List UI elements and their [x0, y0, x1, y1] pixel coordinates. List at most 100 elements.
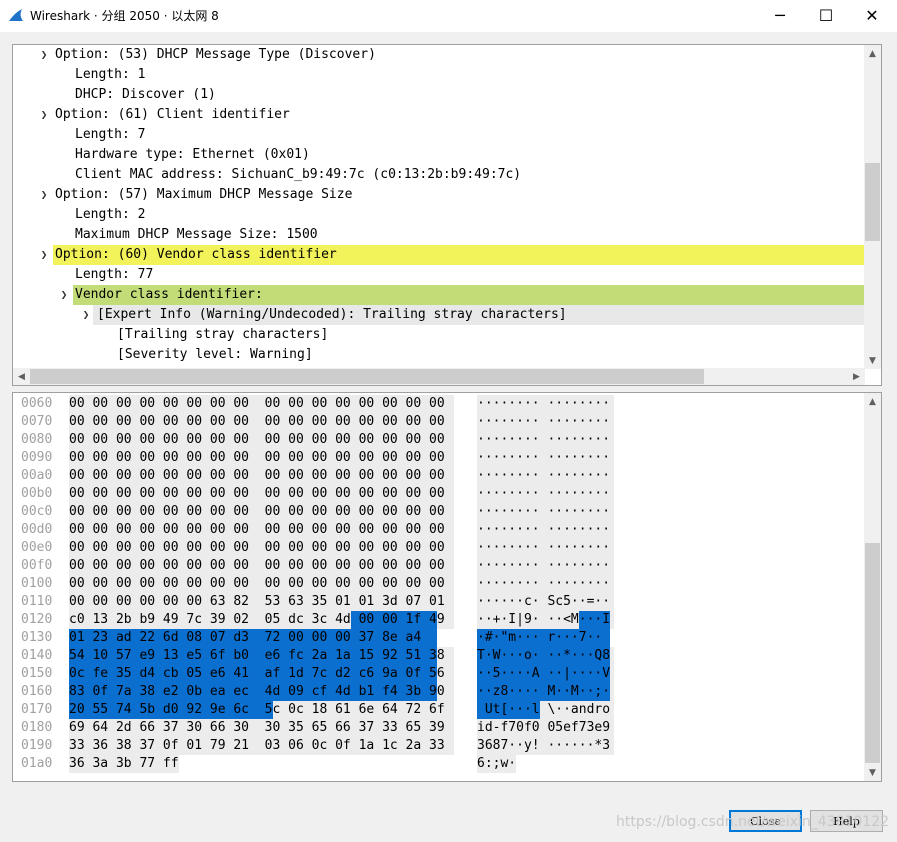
- hex-offset: 0110: [21, 594, 53, 609]
- tree-item[interactable]: Maximum DHCP Message Size: 1500: [75, 225, 318, 245]
- hex-offset: 0170: [21, 702, 53, 717]
- tree-item[interactable]: Length: 2: [75, 205, 145, 225]
- hex-ascii[interactable]: 6:;w·: [477, 755, 516, 773]
- hex-offset: 0130: [21, 630, 53, 645]
- tree-item[interactable]: [Trailing stray characters]: [117, 325, 328, 345]
- hex-ascii[interactable]: ········ ········: [477, 557, 610, 575]
- hex-bytes[interactable]: 33 36 38 37 0f 01 79 21 03 06 0c 0f 1a 1…: [69, 737, 445, 755]
- hex-ascii[interactable]: ··+·I|9· ··<M···I: [477, 611, 610, 629]
- hex-bytes[interactable]: 00 00 00 00 00 00 00 00 00 00 00 00 00 0…: [69, 521, 445, 539]
- expand-arrow-icon[interactable]: ❯: [57, 285, 71, 305]
- tree-item[interactable]: ❯ Vendor class identifier:: [61, 285, 263, 305]
- expand-arrow-icon[interactable]: ❯: [79, 305, 93, 325]
- hex-ascii[interactable]: ········ ········: [477, 539, 610, 557]
- hex-ascii[interactable]: 3687··y! ······*3: [477, 737, 610, 755]
- packet-bytes-pane[interactable]: 0060 00 00 00 00 00 00 00 00 00 00 00 00 …: [12, 392, 882, 782]
- hex-bytes[interactable]: 83 0f 7a 38 e2 0b ea ec 4d 09 cf 4d b1 f…: [69, 683, 445, 701]
- hex-offset: 0160: [21, 684, 53, 699]
- hex-offset: 0090: [21, 450, 53, 465]
- scroll-left-arrow-icon[interactable]: ◀: [13, 368, 30, 385]
- hex-ascii[interactable]: ········ ········: [477, 485, 610, 503]
- hex-ascii[interactable]: id-f70f0 05ef73e9: [477, 719, 610, 737]
- hex-bytes[interactable]: 36 3a 3b 77 ff: [69, 755, 179, 773]
- hex-offset: 00e0: [21, 540, 53, 555]
- hex-offset: 0060: [21, 396, 53, 411]
- expand-arrow-icon[interactable]: ❯: [37, 45, 51, 65]
- tree-item[interactable]: Length: 1: [75, 65, 145, 85]
- hex-bytes[interactable]: 00 00 00 00 00 00 00 00 00 00 00 00 00 0…: [69, 539, 445, 557]
- window-title: Wireshark · 分组 2050 · 以太网 8: [30, 9, 219, 23]
- tree-item[interactable]: Length: 77: [75, 265, 153, 285]
- watermark-text: https://blog.csdn.net/weixin_43810122: [616, 814, 890, 830]
- hex-bytes[interactable]: c0 13 2b b9 49 7c 39 02 05 dc 3c 4d 00 0…: [69, 611, 445, 629]
- hex-bytes[interactable]: 00 00 00 00 00 00 63 82 53 63 35 01 01 3…: [69, 593, 445, 611]
- hex-ascii[interactable]: T·W···o· ··*···Q8: [477, 647, 610, 665]
- packet-details-tree[interactable]: ❯ Option: (53) DHCP Message Type (Discove…: [12, 44, 882, 386]
- hex-ascii[interactable]: ··z8···· M··M··;·: [477, 683, 610, 701]
- hex-offset: 0080: [21, 432, 53, 447]
- hex-offset: 00a0: [21, 468, 53, 483]
- hex-offset: 0180: [21, 720, 53, 735]
- hex-bytes[interactable]: 00 00 00 00 00 00 00 00 00 00 00 00 00 0…: [69, 395, 445, 413]
- hex-bytes[interactable]: 00 00 00 00 00 00 00 00 00 00 00 00 00 0…: [69, 467, 445, 485]
- tree-item[interactable]: [Severity level: Warning]: [117, 345, 313, 365]
- scroll-down-arrow-icon[interactable]: ▼: [864, 764, 881, 781]
- hex-bytes[interactable]: 00 00 00 00 00 00 00 00 00 00 00 00 00 0…: [69, 485, 445, 503]
- tree-item[interactable]: Client MAC address: SichuanC_b9:49:7c (c…: [75, 165, 521, 185]
- maximize-button[interactable]: ☐: [803, 0, 849, 30]
- title-bar: Wireshark · 分组 2050 · 以太网 8 ─ ☐ ✕: [0, 0, 897, 32]
- hex-ascii[interactable]: ········ ········: [477, 521, 610, 539]
- tree-item[interactable]: Hardware type: Ethernet (0x01): [75, 145, 310, 165]
- hex-bytes[interactable]: 00 00 00 00 00 00 00 00 00 00 00 00 00 0…: [69, 413, 445, 431]
- hex-ascii[interactable]: ········ ········: [477, 431, 610, 449]
- scroll-right-arrow-icon[interactable]: ▶: [848, 368, 865, 385]
- minimize-button[interactable]: ─: [757, 0, 803, 30]
- expand-arrow-icon[interactable]: ❯: [37, 185, 51, 205]
- tree-vertical-scrollbar[interactable]: ▲ ▼: [864, 45, 881, 369]
- hex-bytes[interactable]: 0c fe 35 d4 cb 05 e6 41 af 1d 7c d2 c6 9…: [69, 665, 445, 683]
- expand-arrow-icon[interactable]: ❯: [37, 105, 51, 125]
- hex-offset: 00f0: [21, 558, 53, 573]
- hex-bytes[interactable]: 00 00 00 00 00 00 00 00 00 00 00 00 00 0…: [69, 449, 445, 467]
- hex-bytes[interactable]: 69 64 2d 66 37 30 66 30 30 35 65 66 37 3…: [69, 719, 445, 737]
- hex-ascii[interactable]: Ut[···l \··andro: [477, 701, 610, 719]
- expand-arrow-icon[interactable]: ❯: [37, 245, 51, 265]
- tree-item[interactable]: ❯ Option: (57) Maximum DHCP Message Size: [41, 185, 353, 205]
- hex-vertical-scrollbar[interactable]: ▲ ▼: [864, 393, 881, 781]
- hex-bytes[interactable]: 01 23 ad 22 6d 08 07 d3 72 00 00 00 37 8…: [69, 629, 421, 647]
- hex-offset: 01a0: [21, 756, 53, 771]
- hex-ascii[interactable]: ········ ········: [477, 449, 610, 467]
- tree-item-selected[interactable]: ❯ Option: (60) Vendor class identifier: [41, 245, 337, 265]
- tree-item[interactable]: ❯ Option: (53) DHCP Message Type (Discove…: [41, 45, 376, 65]
- scroll-up-arrow-icon[interactable]: ▲: [864, 45, 881, 62]
- close-window-button[interactable]: ✕: [849, 0, 895, 30]
- hex-bytes[interactable]: 00 00 00 00 00 00 00 00 00 00 00 00 00 0…: [69, 557, 445, 575]
- hex-ascii[interactable]: ······c· Sc5··=··: [477, 593, 610, 611]
- hex-bytes[interactable]: 00 00 00 00 00 00 00 00 00 00 00 00 00 0…: [69, 575, 445, 593]
- hex-ascii[interactable]: ········ ········: [477, 575, 610, 593]
- hex-bytes[interactable]: 54 10 57 e9 13 e5 6f b0 e6 fc 2a 1a 15 9…: [69, 647, 445, 665]
- hex-offset: 00d0: [21, 522, 53, 537]
- hex-vertical-scroll-thumb[interactable]: [865, 543, 880, 763]
- tree-item[interactable]: ❯ [Expert Info (Warning/Undecoded): Trail…: [83, 305, 567, 325]
- hex-ascii[interactable]: ········ ········: [477, 503, 610, 521]
- tree-item[interactable]: Length: 7: [75, 125, 145, 145]
- hex-bytes[interactable]: 20 55 74 5b d0 92 9e 6c 5c 0c 18 61 6e 6…: [69, 701, 445, 719]
- hex-bytes[interactable]: 00 00 00 00 00 00 00 00 00 00 00 00 00 0…: [69, 503, 445, 521]
- scroll-down-arrow-icon[interactable]: ▼: [864, 352, 881, 369]
- hex-bytes[interactable]: 00 00 00 00 00 00 00 00 00 00 00 00 00 0…: [69, 431, 445, 449]
- hex-ascii[interactable]: ········ ········: [477, 395, 610, 413]
- hex-ascii[interactable]: ··5····A ··|····V: [477, 665, 610, 683]
- tree-horizontal-scrollbar[interactable]: ◀ ▶: [13, 368, 865, 385]
- hex-offset: 00b0: [21, 486, 53, 501]
- hex-offset: 0120: [21, 612, 53, 627]
- tree-item[interactable]: ❯ Option: (61) Client identifier: [41, 105, 290, 125]
- hex-offset: 00c0: [21, 504, 53, 519]
- scroll-up-arrow-icon[interactable]: ▲: [864, 393, 881, 410]
- tree-horizontal-scroll-thumb[interactable]: [30, 369, 704, 384]
- tree-vertical-scroll-thumb[interactable]: [865, 163, 880, 241]
- hex-ascii[interactable]: ········ ········: [477, 467, 610, 485]
- hex-ascii[interactable]: ········ ········: [477, 413, 610, 431]
- tree-item[interactable]: DHCP: Discover (1): [75, 85, 216, 105]
- hex-ascii[interactable]: ·#·"m··· r···7··: [477, 629, 602, 647]
